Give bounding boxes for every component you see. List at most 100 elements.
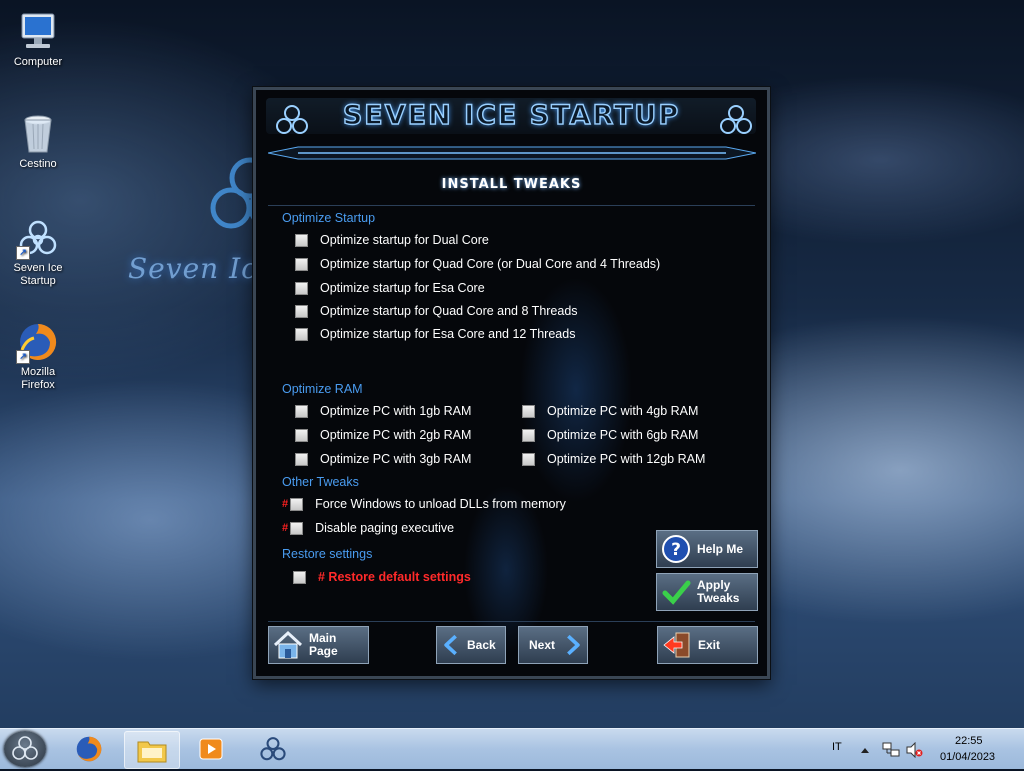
language-indicator[interactable]: IT bbox=[832, 741, 842, 753]
option-ram-2gb[interactable]: Optimize PC with 2gb RAM bbox=[295, 428, 471, 442]
chevron-right-icon bbox=[567, 634, 580, 656]
option-label: Optimize startup for Esa Core and 12 Thr… bbox=[320, 327, 576, 341]
exit-door-icon bbox=[663, 632, 690, 658]
option-ram-1gb[interactable]: Optimize PC with 1gb RAM bbox=[295, 404, 471, 418]
option-unload-dlls[interactable]: # Force Windows to unload DLLs from memo… bbox=[282, 497, 566, 511]
option-label: # Restore default settings bbox=[318, 570, 471, 584]
option-label: Optimize startup for Quad Core (or Dual … bbox=[320, 257, 661, 271]
option-label: Optimize PC with 1gb RAM bbox=[320, 404, 472, 418]
firefox-icon: ↗ bbox=[16, 320, 60, 364]
computer-icon bbox=[16, 10, 60, 54]
section-title: INSTALL TWEAKS bbox=[441, 177, 582, 192]
start-orb-icon bbox=[12, 736, 38, 760]
shortcut-arrow-icon: ↗ bbox=[16, 246, 30, 260]
checkbox[interactable] bbox=[295, 452, 308, 466]
button-label: Help Me bbox=[697, 541, 744, 556]
help-me-button[interactable]: ? Help Me bbox=[656, 530, 758, 568]
exit-button[interactable]: Exit bbox=[657, 626, 758, 664]
chevron-left-icon bbox=[444, 634, 457, 656]
warning-marker: # bbox=[282, 498, 289, 510]
desktop-icon-seven-ice-startup[interactable]: ↗ Seven Ice Startup bbox=[8, 216, 68, 288]
option-restore-defaults[interactable]: # Restore default settings bbox=[293, 570, 471, 584]
firefox-icon bbox=[76, 736, 102, 762]
desktop-icon-computer[interactable]: Computer bbox=[8, 10, 68, 69]
header-separator bbox=[268, 205, 755, 206]
checkbox[interactable] bbox=[522, 452, 535, 466]
option-label: Optimize PC with 4gb RAM bbox=[547, 404, 699, 418]
option-startup-quad-core[interactable]: Optimize startup for Quad Core (or Dual … bbox=[295, 257, 660, 271]
option-ram-3gb[interactable]: Optimize PC with 3gb RAM bbox=[295, 452, 471, 466]
checkbox[interactable] bbox=[295, 233, 308, 247]
option-startup-esa-core-12-threads[interactable]: Optimize startup for Esa Core and 12 Thr… bbox=[295, 327, 575, 341]
taskbar-firefox-button[interactable] bbox=[62, 731, 116, 767]
checkbox[interactable] bbox=[295, 304, 308, 318]
option-ram-4gb[interactable]: Optimize PC with 4gb RAM bbox=[522, 404, 698, 418]
taskbar-explorer-button[interactable] bbox=[124, 731, 180, 769]
option-startup-dual-core[interactable]: Optimize startup for Dual Core bbox=[295, 233, 489, 247]
desktop-icon-label: Computer bbox=[13, 56, 63, 68]
footer-separator bbox=[268, 621, 755, 622]
media-player-icon bbox=[199, 738, 223, 760]
checkbox[interactable] bbox=[290, 497, 304, 511]
checkbox[interactable] bbox=[295, 404, 308, 418]
button-label-line: Page bbox=[309, 644, 338, 658]
button-label-line: Tweaks bbox=[697, 591, 740, 605]
checkbox[interactable] bbox=[295, 257, 308, 271]
shortcut-arrow-icon: ↗ bbox=[16, 350, 30, 364]
option-ram-12gb[interactable]: Optimize PC with 12gb RAM bbox=[522, 452, 705, 466]
group-label-startup: Optimize Startup bbox=[282, 211, 376, 225]
biohazard-icon: ↗ bbox=[16, 216, 60, 260]
option-disable-paging-executive[interactable]: # Disable paging executive bbox=[282, 521, 454, 535]
recycle-bin-icon bbox=[16, 112, 60, 156]
clock-date[interactable]: 01/04/2023 bbox=[940, 751, 995, 763]
desktop-icon-label: Seven Ice bbox=[13, 262, 63, 274]
option-label: Optimize PC with 2gb RAM bbox=[320, 428, 472, 442]
desktop-icon-recycle-bin[interactable]: Cestino bbox=[8, 112, 68, 171]
start-button[interactable] bbox=[4, 731, 46, 767]
group-label-other: Other Tweaks bbox=[282, 475, 359, 489]
blade-divider bbox=[268, 146, 756, 160]
main-page-button[interactable]: Main Page bbox=[268, 626, 369, 664]
taskbar-seven-ice-button[interactable] bbox=[246, 731, 300, 767]
checkbox[interactable] bbox=[293, 570, 306, 584]
option-label: Optimize PC with 3gb RAM bbox=[320, 452, 472, 466]
desktop-icon-firefox[interactable]: ↗ Mozilla Firefox bbox=[8, 320, 68, 392]
option-label: Optimize startup for Dual Core bbox=[320, 233, 489, 247]
svg-text:?: ? bbox=[671, 540, 681, 560]
checkbox[interactable] bbox=[295, 327, 308, 341]
option-startup-quad-core-8-threads[interactable]: Optimize startup for Quad Core and 8 Thr… bbox=[295, 304, 578, 318]
show-hidden-icons-icon[interactable] bbox=[860, 746, 870, 754]
button-label: Apply Tweaks bbox=[697, 579, 739, 605]
desktop-icon-label: Firefox bbox=[21, 379, 55, 391]
back-button[interactable]: Back bbox=[436, 626, 506, 664]
network-icon[interactable] bbox=[882, 742, 900, 758]
help-icon: ? bbox=[662, 535, 690, 563]
checkbox[interactable] bbox=[295, 281, 308, 295]
button-label: Next bbox=[528, 637, 555, 652]
clock-time[interactable]: 22:55 bbox=[955, 735, 983, 747]
option-label: Optimize startup for Esa Core bbox=[320, 281, 485, 295]
seven-ice-startup-window: SEVEN ICE STARTUP INSTALL TWEAKS Optimiz… bbox=[253, 87, 770, 679]
option-label: Optimize startup for Quad Core and 8 Thr… bbox=[320, 304, 578, 318]
taskbar: IT 22:55 01/04/2023 bbox=[0, 728, 1024, 769]
warning-marker: # bbox=[282, 522, 289, 534]
checkbox[interactable] bbox=[522, 404, 535, 418]
checkbox[interactable] bbox=[290, 521, 304, 535]
option-startup-esa-core[interactable]: Optimize startup for Esa Core bbox=[295, 281, 485, 295]
biohazard-icon bbox=[260, 737, 286, 761]
checkbox[interactable] bbox=[295, 428, 308, 442]
next-button[interactable]: Next bbox=[518, 626, 588, 664]
home-icon bbox=[273, 630, 303, 659]
desktop-icon-label: Startup bbox=[20, 275, 56, 287]
button-label: Main Page bbox=[309, 632, 338, 658]
taskbar-media-player-button[interactable] bbox=[184, 731, 238, 767]
button-label: Exit bbox=[698, 637, 721, 652]
option-ram-6gb[interactable]: Optimize PC with 6gb RAM bbox=[522, 428, 698, 442]
option-label: Optimize PC with 12gb RAM bbox=[547, 452, 706, 466]
apply-tweaks-button[interactable]: Apply Tweaks bbox=[656, 573, 758, 611]
checkbox[interactable] bbox=[522, 428, 535, 442]
volume-muted-icon[interactable] bbox=[905, 742, 923, 758]
group-label-ram: Optimize RAM bbox=[282, 382, 363, 396]
button-label-line: Apply bbox=[697, 578, 731, 592]
desktop-icon-label: Cestino bbox=[19, 158, 57, 170]
